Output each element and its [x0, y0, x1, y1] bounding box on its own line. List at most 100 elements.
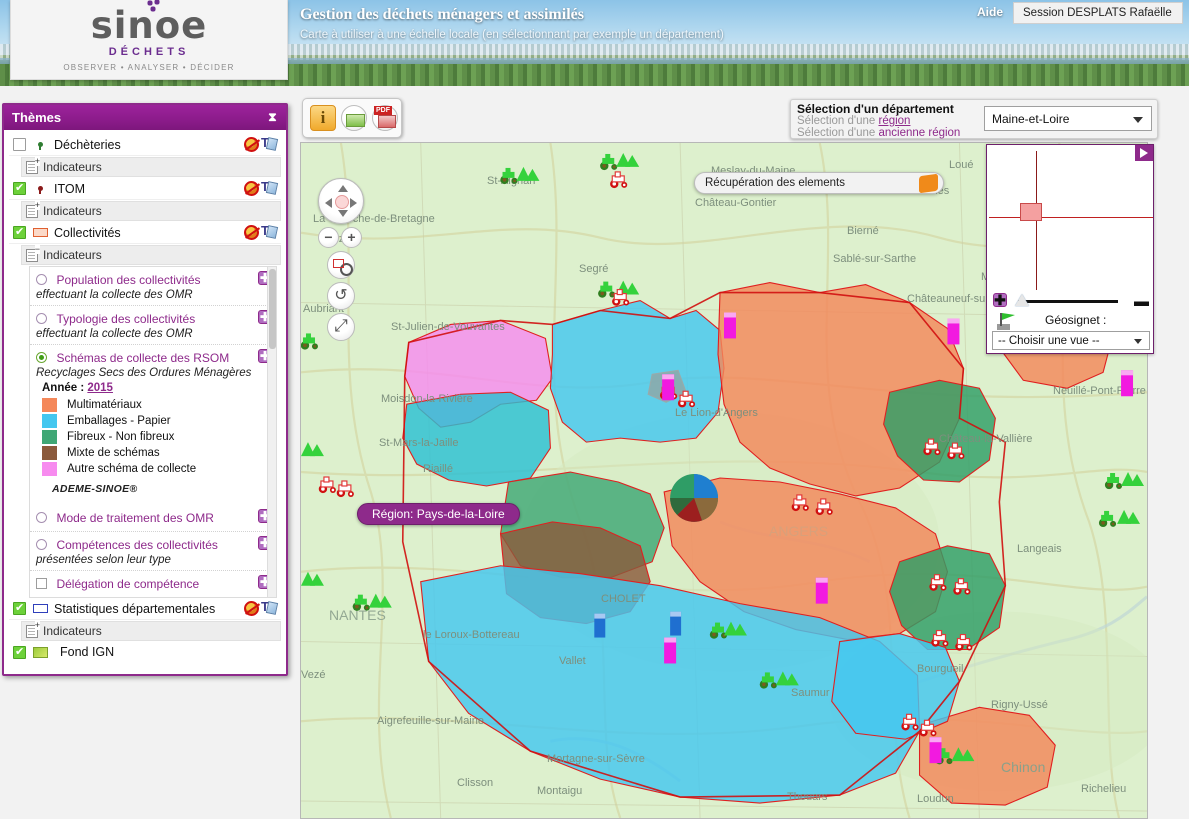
- geosignet-select[interactable]: -- Choisir une vue --: [992, 331, 1150, 350]
- indicator-checkbox-delegation[interactable]: [36, 578, 47, 589]
- layer-checkbox-statistiques[interactable]: [13, 601, 26, 615]
- selection-old-region-link[interactable]: ancienne région: [878, 127, 960, 139]
- info-tool-icon[interactable]: [310, 105, 336, 131]
- zoom-to-layer-icon[interactable]: [244, 137, 259, 152]
- department-select[interactable]: Maine-et-Loire: [984, 106, 1152, 131]
- layer-row-decheteries[interactable]: Déchèteries: [9, 134, 281, 156]
- pan-down-icon[interactable]: [338, 210, 348, 217]
- overview-map[interactable]: [987, 145, 1153, 290]
- pan-up-icon[interactable]: [338, 185, 348, 192]
- legend-row: Autre schéma de collecte: [42, 462, 254, 476]
- zoom-slider-knob[interactable]: [1015, 294, 1029, 306]
- pan-center-icon[interactable]: [335, 195, 349, 209]
- region-badge[interactable]: Région: Pays-de-la-Loire: [357, 503, 520, 525]
- export-pdf-icon[interactable]: [372, 105, 398, 131]
- expand-icon[interactable]: [26, 620, 40, 638]
- indicators-row-itom[interactable]: Indicateurs: [21, 200, 281, 221]
- selection-region-link[interactable]: région: [878, 115, 910, 127]
- zoom-to-layer-icon[interactable]: [244, 181, 259, 196]
- label-toggle-icon[interactable]: [261, 223, 277, 240]
- layer-row-statistiques[interactable]: Statistiques départementales: [9, 598, 281, 620]
- overview-extent-box[interactable]: [1020, 203, 1042, 221]
- indicators-label-itom: Indicateurs: [43, 204, 102, 218]
- sinoe-logo[interactable]: sinoe DÉCHETS OBSERVER • ANALYSER • DÉCI…: [10, 0, 288, 80]
- indicator-radio-typologie[interactable]: [36, 313, 47, 324]
- indicator-item-mode-traitement[interactable]: Mode de traitement des OMR ✚: [30, 505, 276, 532]
- layer-symbol-fond-ign: [32, 646, 48, 658]
- expand-icon[interactable]: [26, 156, 40, 174]
- indicator-radio-mode-traitement[interactable]: [36, 512, 47, 523]
- chevron-down-icon: [1134, 339, 1142, 344]
- logo-dots-icon: [147, 0, 162, 12]
- layer-row-itom[interactable]: ITOM: [9, 178, 281, 200]
- legend-swatch: [42, 414, 57, 428]
- logo-tagline: OBSERVER • ANALYSER • DÉCIDER: [63, 63, 235, 72]
- layer-checkbox-collectivites[interactable]: [13, 225, 26, 239]
- indicator-item-delegation[interactable]: Délégation de compétence ✚: [30, 571, 276, 597]
- pan-control[interactable]: [318, 178, 364, 224]
- tooltip-recuperation[interactable]: Récupération des elements: [694, 172, 944, 194]
- legend-year-label: Année :: [42, 382, 85, 394]
- zoom-slider-plus-icon[interactable]: ✚: [993, 293, 1007, 307]
- indicators-row-collectivites[interactable]: Indicateurs: [21, 244, 281, 265]
- zoom-buttons: − +: [318, 227, 364, 248]
- indicator-sublabel-schemas: Recyclages Secs des Ordures Ménagères: [36, 367, 252, 379]
- layer-actions-itom: [244, 179, 277, 196]
- layer-checkbox-itom[interactable]: [13, 181, 26, 195]
- zoom-in-button[interactable]: +: [341, 227, 362, 248]
- expand-icon[interactable]: [26, 200, 40, 218]
- full-extent-icon[interactable]: [327, 313, 355, 341]
- legend-list: Multimatériaux Emballages - Papier Fibre…: [42, 398, 254, 476]
- label-toggle-icon[interactable]: [261, 179, 277, 196]
- pie-chart-marker: [670, 474, 719, 522]
- logo-wordmark: sinoe: [91, 0, 208, 44]
- pan-right-icon[interactable]: [350, 198, 357, 208]
- zoom-to-layer-icon[interactable]: [244, 225, 259, 240]
- legend-row: Fibreux - Non fibreux: [42, 430, 254, 444]
- undo-icon[interactable]: [327, 282, 355, 310]
- indicator-item-typologie[interactable]: Typologie des collectivités effectuant l…: [30, 306, 276, 345]
- layer-row-fond-ign[interactable]: Fond IGN: [9, 642, 281, 662]
- zoom-slider-minus-icon[interactable]: ▬: [1134, 293, 1149, 310]
- legend-label: Mixte de schémas: [67, 447, 160, 459]
- indicators-row-statistiques[interactable]: Indicateurs: [21, 620, 281, 641]
- layer-checkbox-decheteries[interactable]: [13, 138, 26, 151]
- label-toggle-icon[interactable]: [261, 599, 277, 616]
- session-badge[interactable]: Session DESPLATS Rafaëlle: [1013, 2, 1183, 24]
- zoom-to-layer-icon[interactable]: [244, 601, 259, 616]
- legend-year: Année : 2015: [42, 382, 254, 394]
- scrollbar-thumb[interactable]: [269, 269, 276, 349]
- collapse-icon[interactable]: [26, 244, 40, 262]
- indicator-sublabel-competences: présentées selon leur type: [36, 554, 171, 566]
- overview-toggle-icon[interactable]: [1135, 145, 1153, 161]
- zoom-slider-track[interactable]: [1018, 300, 1118, 303]
- legend-source: ADEME-SINOE®: [52, 483, 138, 495]
- indicator-radio-population[interactable]: [36, 274, 47, 285]
- legend-year-value[interactable]: 2015: [87, 382, 113, 394]
- zoom-box-icon[interactable]: [327, 251, 355, 279]
- zoom-out-button[interactable]: −: [318, 227, 339, 248]
- layer-label-decheteries: Déchèteries: [54, 137, 121, 152]
- indicators-row-decheteries[interactable]: Indicateurs: [21, 156, 281, 177]
- indicator-radio-schemas[interactable]: [36, 352, 47, 363]
- zoom-slider[interactable]: ✚ ▬: [993, 293, 1149, 310]
- loading-cube-icon: [919, 173, 938, 194]
- collapse-icon[interactable]: ⧗: [266, 110, 279, 125]
- indicator-item-population[interactable]: Population des collectivités effectuant …: [30, 267, 276, 306]
- map-toolbar: [302, 98, 402, 138]
- legend-label: Multimatériaux: [67, 399, 142, 411]
- help-link[interactable]: Aide: [977, 5, 1003, 19]
- indicator-list-scrollbar[interactable]: [267, 267, 276, 597]
- layer-row-collectivites[interactable]: Collectivités: [9, 222, 281, 244]
- indicator-label-mode-traitement: Mode de traitement des OMR: [56, 511, 214, 525]
- indicator-label-delegation: Délégation de compétence: [56, 577, 200, 591]
- layer-checkbox-fond-ign[interactable]: [13, 645, 26, 659]
- export-image-icon[interactable]: [341, 105, 367, 131]
- layer-actions-decheteries: [244, 135, 277, 152]
- indicator-item-competences[interactable]: Compétences des collectivités présentées…: [30, 532, 276, 571]
- legend-swatch: [42, 462, 57, 476]
- pan-left-icon[interactable]: [325, 198, 332, 208]
- label-toggle-icon[interactable]: [261, 135, 277, 152]
- indicator-radio-competences[interactable]: [36, 539, 47, 550]
- indicator-item-schemas[interactable]: Schémas de collecte des RSOM Recyclages …: [30, 345, 276, 505]
